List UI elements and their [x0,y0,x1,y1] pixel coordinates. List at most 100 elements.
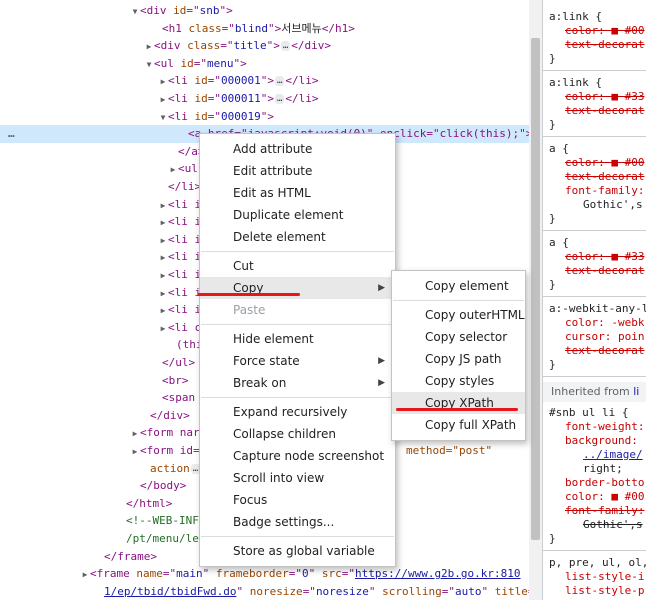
menu-item-label: Hide element [233,332,314,346]
menu-item-edit-as-html[interactable]: Edit as HTML [200,182,395,204]
node-token: snb [199,4,220,17]
menu-item-cut[interactable]: Cut [200,255,395,277]
node-token: </h1> [321,21,355,35]
menu-item-copy-js-path[interactable]: Copy JS path [392,348,525,370]
expand-ellipsis-button[interactable]: … [275,94,285,104]
node-token: </div> [150,408,190,422]
tree-scrollbar[interactable] [529,0,542,600]
menu-item-copy-element[interactable]: Copy element [392,275,525,297]
inherited-from-element[interactable]: li [633,385,639,398]
collapse-triangle-icon[interactable]: ▼ [158,109,168,127]
expand-triangle-icon[interactable]: ▶ [158,73,168,91]
menu-item-copy-full-xpath[interactable]: Copy full XPath [392,414,525,436]
style-line: list-style-p [565,584,645,597]
node-token: method="post" [406,444,493,457]
node-token: " [236,584,250,598]
expand-ellipsis-button[interactable]: … [280,41,291,52]
menu-item-label: Cut [233,259,254,273]
node-token: " [202,567,216,581]
dom-node-line[interactable]: 1/ep/tbid/tbidFwd.do" noresize="noresize… [0,583,529,600]
collapse-triangle-icon[interactable]: ▼ [144,56,154,74]
dom-node-line[interactable]: ▶ <div class="title">… </div> [0,37,529,55]
dom-node-line[interactable]: ▼ <li id="000019"> [0,108,529,126]
node-token: </html> [126,496,173,510]
menu-item-edit-attribute[interactable]: Edit attribute [200,160,395,182]
node-token: <div [140,4,174,17]
menu-item-copy-styles[interactable]: Copy styles [392,370,525,392]
menu-item-force-state[interactable]: Force state ▶ [200,350,395,372]
menu-item-store-as-global-variable[interactable]: Store as global variable [200,540,395,562]
menu-item-collapse-children[interactable]: Collapse children [200,423,395,445]
expand-triangle-icon[interactable]: ▶ [80,566,90,584]
expand-triangle-icon[interactable]: ▶ [168,161,178,179]
expand-triangle-icon[interactable]: ▶ [158,249,168,267]
menu-item-expand-recursively[interactable]: Expand recursively [200,401,395,423]
node-token: "> [260,74,274,88]
menu-item-scroll-into-view[interactable]: Scroll into view [200,467,395,489]
style-line: list-style-i [565,570,645,583]
menu-item-paste: Paste [200,299,395,321]
expand-triangle-icon[interactable]: ▶ [158,197,168,215]
dom-node-line[interactable]: <h1 class="blind">서브메뉴</h1> [0,20,529,38]
menu-item-break-on[interactable]: Break on ▶ [200,372,395,394]
collapse-triangle-icon[interactable]: ▼ [130,3,140,21]
style-line: right; [583,462,623,475]
node-token: =" [162,567,177,581]
dom-node-line[interactable]: ▶ <frame name="main" frameborder="0" src=… [0,565,529,583]
expand-triangle-icon[interactable]: ▶ [158,214,168,232]
style-line: font-family: [565,184,645,197]
expand-ellipsis-button[interactable]: … [275,76,285,87]
node-token[interactable]: 1/ep/tbid/tbidFwd.do [104,585,236,598]
menu-item-focus[interactable]: Focus [200,489,395,511]
dom-node-line[interactable]: ▼ <ul id="menu"> [0,55,529,73]
node-token: " [481,584,495,598]
menu-item-label: Focus [233,493,268,507]
node-token: id [180,56,194,70]
gutter-more-icon[interactable]: … [8,125,15,143]
node-token: <li [168,74,195,88]
dom-node-line[interactable]: ▼ <div id="snb"> [0,2,529,20]
node-token: =" [221,21,235,35]
node-token: id [194,92,208,105]
menu-item-add-attribute[interactable]: Add attribute [200,138,395,160]
style-line: Gothic',s [583,198,643,211]
submenu-arrow-icon: ▶ [378,378,385,388]
rule-divider [543,70,646,71]
annotation-underline-copy [198,293,300,296]
expand-triangle-icon[interactable]: ▶ [144,38,154,56]
menu-item-hide-element[interactable]: Hide element [200,328,395,350]
menu-item-duplicate-element[interactable]: Duplicate element [200,204,395,226]
dom-node-line[interactable]: ▶ <li id="000011">… </li> [0,90,529,108]
expand-triangle-icon[interactable]: ▶ [158,91,168,109]
node-token: <li i [168,232,202,246]
menu-item-badge-settings[interactable]: Badge settings... [200,511,395,533]
copy-submenu: Copy element Copy outerHTML Copy selector C… [391,270,526,441]
menu-item-capture-node-screenshot[interactable]: Capture node screenshot [200,445,395,467]
expand-triangle-icon[interactable]: ▶ [130,425,140,443]
style-line: } [549,278,556,291]
node-token[interactable]: https://www.g2b.go.kr:810 [355,567,521,580]
expand-triangle-icon[interactable]: ▶ [158,267,168,285]
style-line: color: ■ #33 [565,250,645,263]
dom-node-line[interactable]: ▶ <li id="000001">… </li> [0,72,529,90]
submenu-arrow-icon: ▶ [378,356,385,366]
node-token: class [188,21,222,35]
expand-triangle-icon[interactable]: ▶ [158,232,168,250]
node-token: 000019 [221,109,261,123]
node-token: <ul [154,56,181,70]
node-token: </li> [285,74,319,88]
scrollbar-thumb[interactable] [531,38,540,540]
style-line: Gothic',s [583,518,643,531]
node-token: =" [207,109,221,123]
expand-triangle-icon[interactable]: ▶ [158,285,168,303]
menu-item-delete-element[interactable]: Delete element [200,226,395,248]
style-line: text-decorat [565,264,645,277]
expand-triangle-icon[interactable]: ▶ [158,320,168,338]
expand-triangle-icon[interactable]: ▶ [130,443,140,461]
submenu-arrow-icon: ▶ [378,283,385,293]
rule-divider [543,230,646,231]
expand-triangle-icon[interactable]: ▶ [158,302,168,320]
menu-item-copy-outerhtml[interactable]: Copy outerHTML [392,304,525,326]
node-token: frameborder [215,567,289,581]
menu-item-copy-selector[interactable]: Copy selector [392,326,525,348]
